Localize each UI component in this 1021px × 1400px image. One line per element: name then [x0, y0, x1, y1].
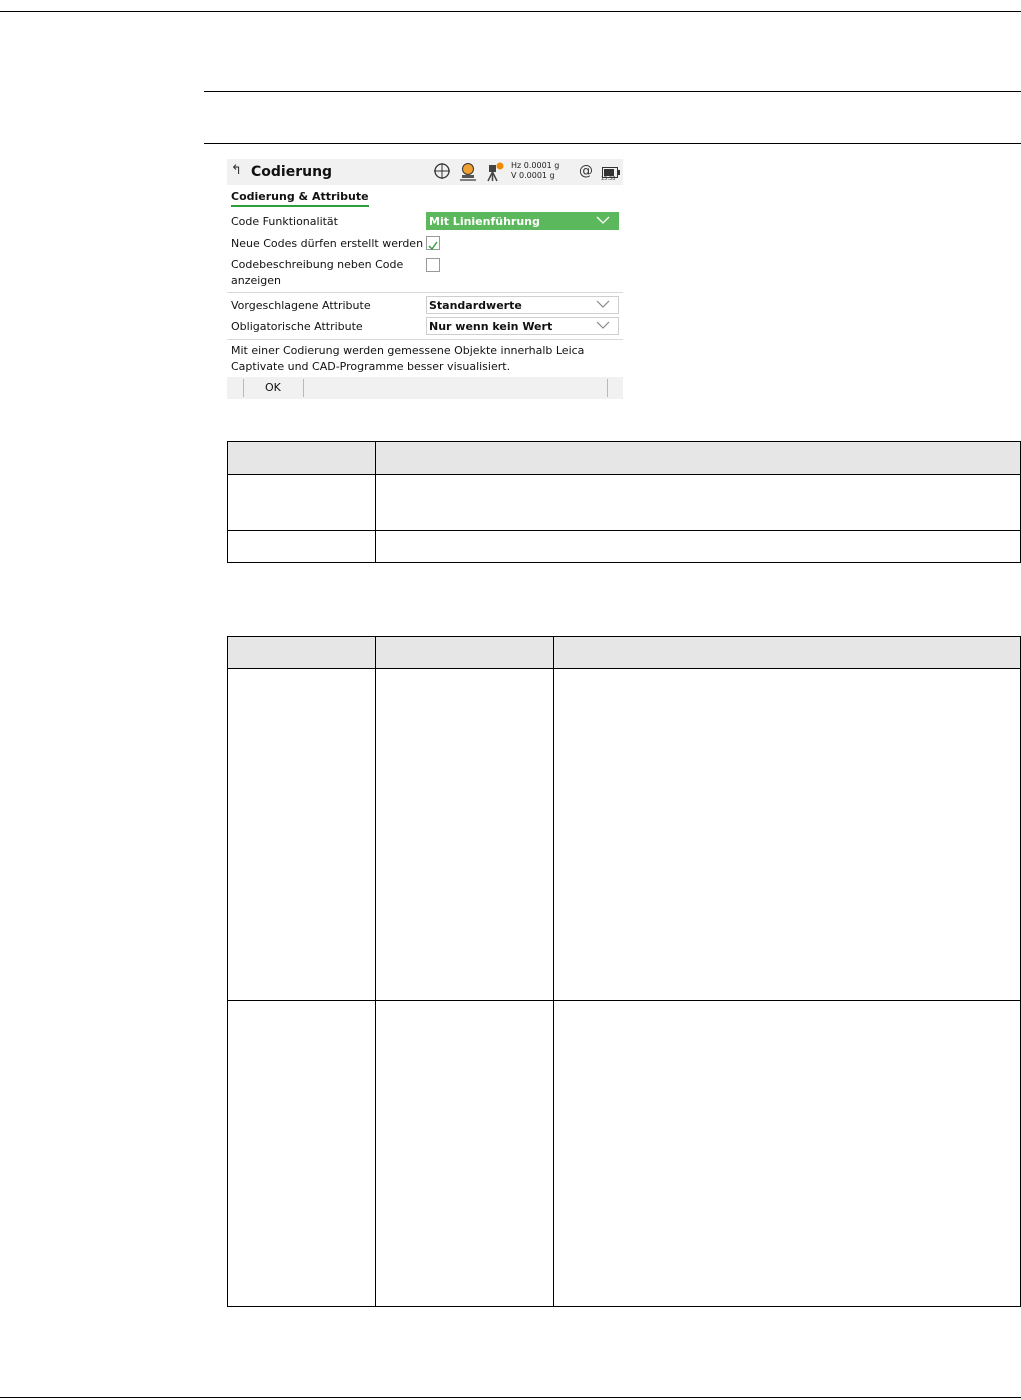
softkey-divider	[607, 379, 608, 397]
chevron-down-icon	[596, 299, 610, 312]
vorgeschlagene-attribute-label: Vorgeschlagene Attribute	[231, 299, 371, 312]
table-2-column-divider-1	[375, 637, 376, 1306]
code-funktionalitaet-value: Mit Linienführung	[429, 215, 540, 228]
device-screen: ↰ Codierung Hz 0.0001 g V 0.0001 g @ 15:…	[227, 159, 623, 399]
checkmark-icon	[428, 241, 438, 251]
clock-time: 15:38	[601, 176, 616, 182]
hz-readout: Hz 0.0001 g	[511, 161, 560, 170]
back-arrow-icon[interactable]: ↰	[231, 163, 242, 178]
neue-codes-checkbox[interactable]	[426, 236, 440, 251]
angle-readout: Hz 0.0001 g V 0.0001 g	[511, 161, 559, 181]
section-rule-bottom	[204, 143, 1021, 144]
code-funktionalitaet-label: Code Funktionalität	[231, 215, 338, 228]
codebeschreibung-label-line2: anzeigen	[231, 274, 282, 287]
chevron-down-icon	[596, 320, 610, 333]
neue-codes-label: Neue Codes dürfen erstellt werden	[231, 237, 424, 250]
table-1-row-divider	[228, 530, 1020, 531]
table-1	[227, 441, 1021, 563]
vorgeschlagene-attribute-value: Standardwerte	[429, 299, 522, 312]
table-2-header	[228, 637, 1020, 669]
tab-codierung-attribute[interactable]: Codierung & Attribute	[231, 190, 369, 207]
section-rule-top	[204, 91, 1021, 92]
divider	[227, 339, 623, 340]
table-2-row-divider	[228, 1000, 1020, 1001]
info-text: Mit einer Codierung werden gemessene Obj…	[231, 343, 611, 375]
softkey-bar: OK	[227, 377, 623, 399]
table-2-column-divider-2	[553, 637, 554, 1306]
obligatorische-attribute-dropdown[interactable]: Nur wenn kein Wert	[426, 317, 619, 335]
ok-button[interactable]: OK	[243, 377, 303, 399]
at-icon[interactable]: @	[579, 163, 593, 179]
screen-title: Codierung	[251, 164, 333, 180]
code-funktionalitaet-dropdown[interactable]: Mit Linienführung	[426, 212, 619, 230]
codebeschreibung-label: Codebeschreibung neben Code anzeigen	[231, 257, 403, 289]
page-top-rule	[0, 11, 1021, 12]
codebeschreibung-label-line1: Codebeschreibung neben Code	[231, 258, 404, 271]
page-bottom-rule	[0, 1397, 1021, 1398]
table-1-column-divider	[375, 442, 376, 562]
obligatorische-attribute-value: Nur wenn kein Wert	[429, 320, 553, 333]
info-text-line1: Mit einer Codierung werden gemessene Obj…	[231, 344, 585, 357]
divider	[227, 292, 623, 293]
codebeschreibung-checkbox[interactable]	[426, 258, 440, 272]
obligatorische-attribute-label: Obligatorische Attribute	[231, 320, 363, 333]
total-station-warning-icon[interactable]	[485, 162, 505, 186]
instrument-icon[interactable]	[459, 162, 477, 186]
ok-button-label: OK	[265, 381, 281, 394]
crosshair-icon[interactable]	[433, 162, 451, 184]
softkey-divider	[303, 379, 304, 397]
table-2	[227, 636, 1021, 1307]
v-readout: V 0.0001 g	[511, 171, 555, 180]
chevron-down-icon	[596, 215, 610, 228]
info-text-line2: Captivate und CAD-Programme besser visua…	[231, 360, 511, 373]
title-bar: ↰ Codierung Hz 0.0001 g V 0.0001 g @ 15:…	[227, 159, 623, 185]
vorgeschlagene-attribute-dropdown[interactable]: Standardwerte	[426, 296, 619, 314]
table-1-header	[228, 442, 1020, 475]
